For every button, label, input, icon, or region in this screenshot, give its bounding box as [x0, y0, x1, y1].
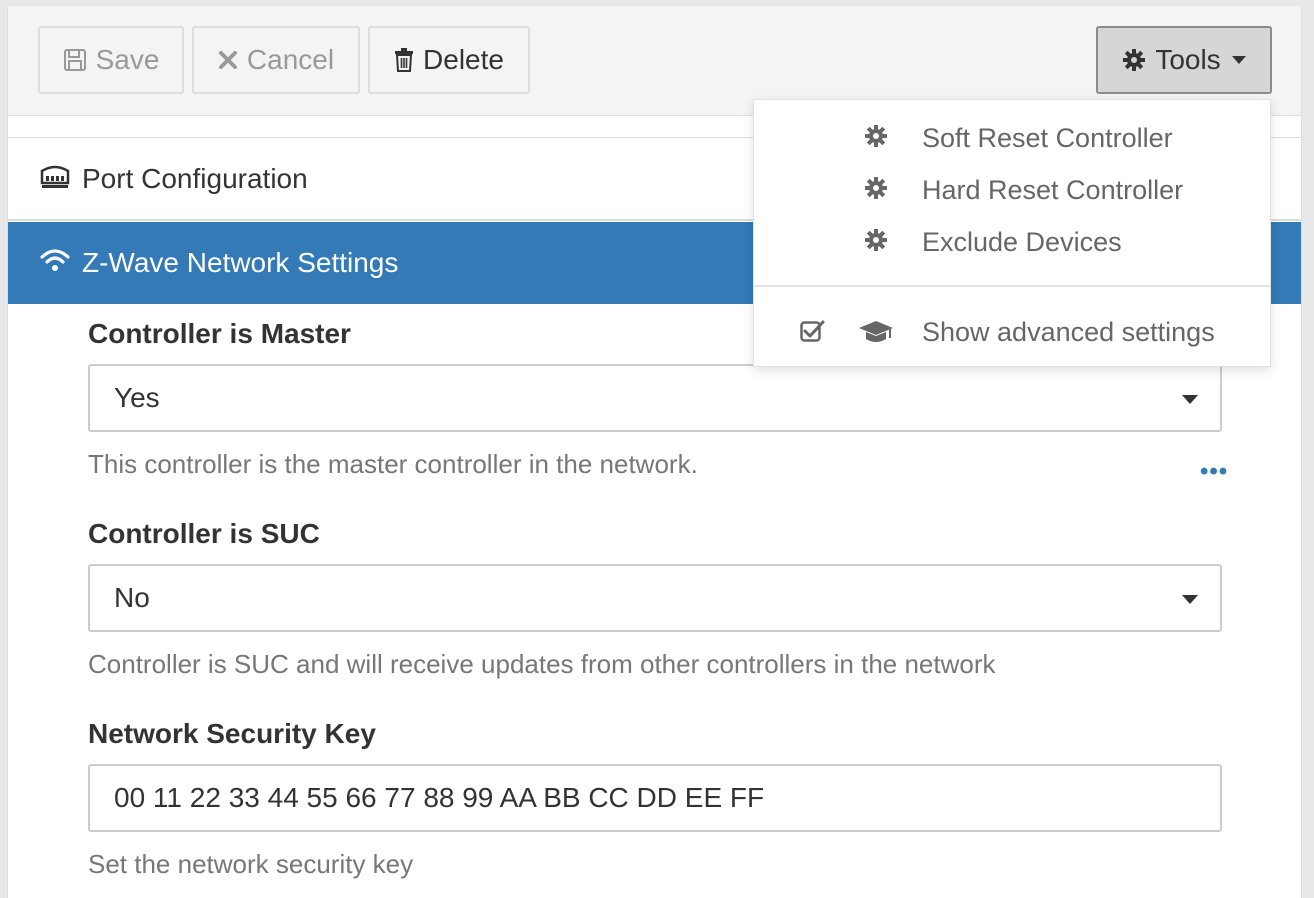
menu-item-soft-reset[interactable]: Soft Reset Controller [754, 112, 1270, 164]
floppy-disk-icon [63, 48, 87, 72]
save-button[interactable]: Save [38, 26, 184, 94]
menu-item-label: Hard Reset Controller [922, 174, 1184, 205]
tab-port-label: Port Configuration [82, 163, 308, 194]
menu-item-label: Exclude Devices [922, 226, 1122, 257]
gear-icon [864, 124, 888, 155]
tools-dropdown-button[interactable]: Tools [1096, 26, 1272, 94]
suc-select[interactable]: No [88, 564, 1222, 632]
delete-button-label: Delete [423, 44, 504, 75]
field-label-key: Network Security Key [88, 718, 376, 749]
help-text-key: Set the network security key [88, 849, 414, 879]
cancel-button-label: Cancel [246, 44, 335, 75]
help-text-master: This controller is the master controller… [88, 449, 698, 479]
field-label-suc: Controller is SUC [88, 518, 320, 549]
save-button-label: Save [95, 44, 160, 75]
gear-icon [864, 176, 888, 207]
menu-item-label: Show advanced settings [922, 316, 1215, 347]
gear-icon [1122, 48, 1146, 72]
gear-icon [864, 228, 888, 259]
ethernet-port-icon [40, 163, 70, 196]
graduation-cap-icon [858, 320, 894, 351]
tools-button-label: Tools [1155, 44, 1221, 75]
more-icon[interactable]: ••• [1200, 458, 1228, 486]
security-key-value: 00 11 22 33 44 55 66 77 88 99 AA BB CC D… [114, 782, 765, 813]
menu-item-hard-reset[interactable]: Hard Reset Controller [754, 164, 1270, 216]
cancel-button[interactable]: Cancel [192, 26, 360, 94]
close-icon [218, 50, 238, 70]
checkbox-checked-icon[interactable] [800, 319, 826, 350]
tab-zwave-label: Z-Wave Network Settings [82, 247, 399, 278]
field-label-master: Controller is Master [88, 318, 351, 349]
delete-button[interactable]: Delete [368, 26, 530, 94]
menu-item-label: Soft Reset Controller [922, 122, 1173, 153]
chevron-down-icon [1231, 56, 1246, 64]
wifi-icon [40, 247, 70, 279]
menu-item-exclude-devices[interactable]: Exclude Devices [754, 216, 1270, 268]
security-key-input[interactable]: 00 11 22 33 44 55 66 77 88 99 AA BB CC D… [88, 764, 1222, 832]
menu-item-show-advanced[interactable]: Show advanced settings [754, 306, 1270, 358]
master-select-value: Yes [114, 382, 160, 413]
master-select[interactable]: Yes [88, 364, 1222, 432]
chevron-down-icon [1182, 595, 1198, 604]
trash-icon [394, 48, 414, 72]
menu-divider [754, 285, 1270, 287]
tools-dropdown-menu: Soft Reset Controller Hard Reset Control… [753, 99, 1271, 367]
help-text-suc: Controller is SUC and will receive updat… [88, 649, 996, 679]
suc-select-value: No [114, 582, 150, 613]
chevron-down-icon [1182, 395, 1198, 404]
